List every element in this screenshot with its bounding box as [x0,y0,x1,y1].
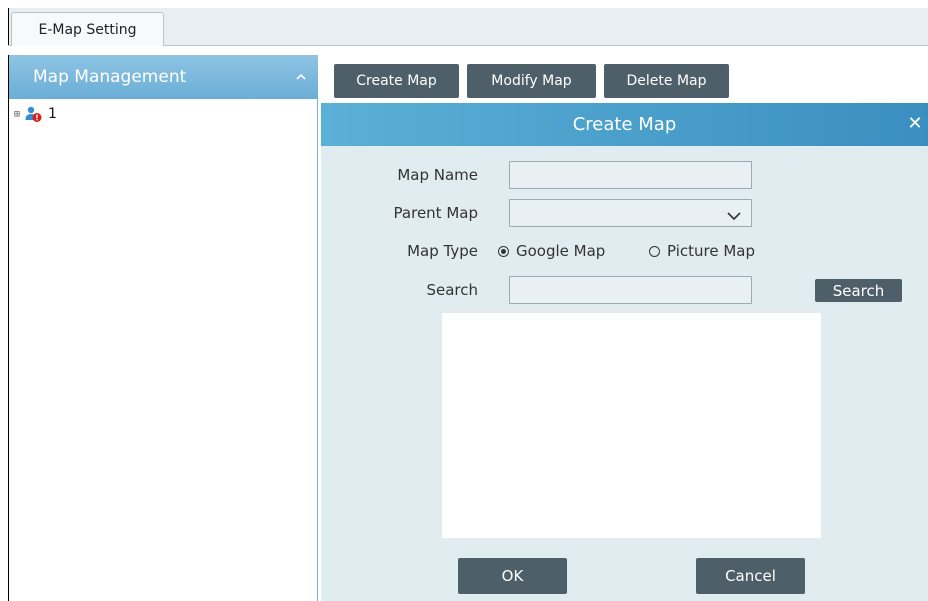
search-label: Search [426,281,478,299]
map-pin-alert-icon [24,105,42,123]
picture-map-label: Picture Map [667,242,756,260]
create-map-button[interactable]: Create Map [334,64,459,98]
google-map-radio[interactable]: Google Map [498,237,605,265]
tree-item-label: 1 [48,106,57,122]
cancel-button[interactable]: Cancel [696,558,805,594]
map-name-input[interactable] [509,161,752,189]
dialog-header: Create Map [321,103,928,146]
radio-selected-icon [498,245,509,257]
chevron-down-icon [727,207,741,221]
map-management-header[interactable]: Map Management [9,55,318,99]
google-map-label: Google Map [516,242,606,260]
map-preview[interactable] [442,313,821,538]
modify-map-button[interactable]: Modify Map [467,64,596,98]
parent-map-select[interactable] [509,199,752,227]
delete-map-button[interactable]: Delete Map [604,64,729,98]
search-button[interactable]: Search [815,279,902,302]
map-management-panel [8,55,318,601]
tree-item-map-1[interactable]: ⊞ 1 [14,104,57,124]
panel-title: Map Management [33,67,187,87]
tab-emap-setting[interactable]: E-Map Setting [11,12,164,46]
expand-icon[interactable]: ⊞ [14,109,20,120]
parent-map-label: Parent Map [393,204,478,222]
close-icon[interactable]: ✕ [905,113,925,134]
map-name-label: Map Name [397,166,478,184]
radio-unselected-icon [649,245,660,257]
picture-map-radio[interactable]: Picture Map [649,237,755,265]
chevron-up-icon[interactable] [292,68,310,86]
ok-button[interactable]: OK [458,558,567,594]
search-input[interactable] [509,276,752,304]
dialog-title: Create Map [572,114,677,135]
map-type-label: Map Type [407,242,478,260]
